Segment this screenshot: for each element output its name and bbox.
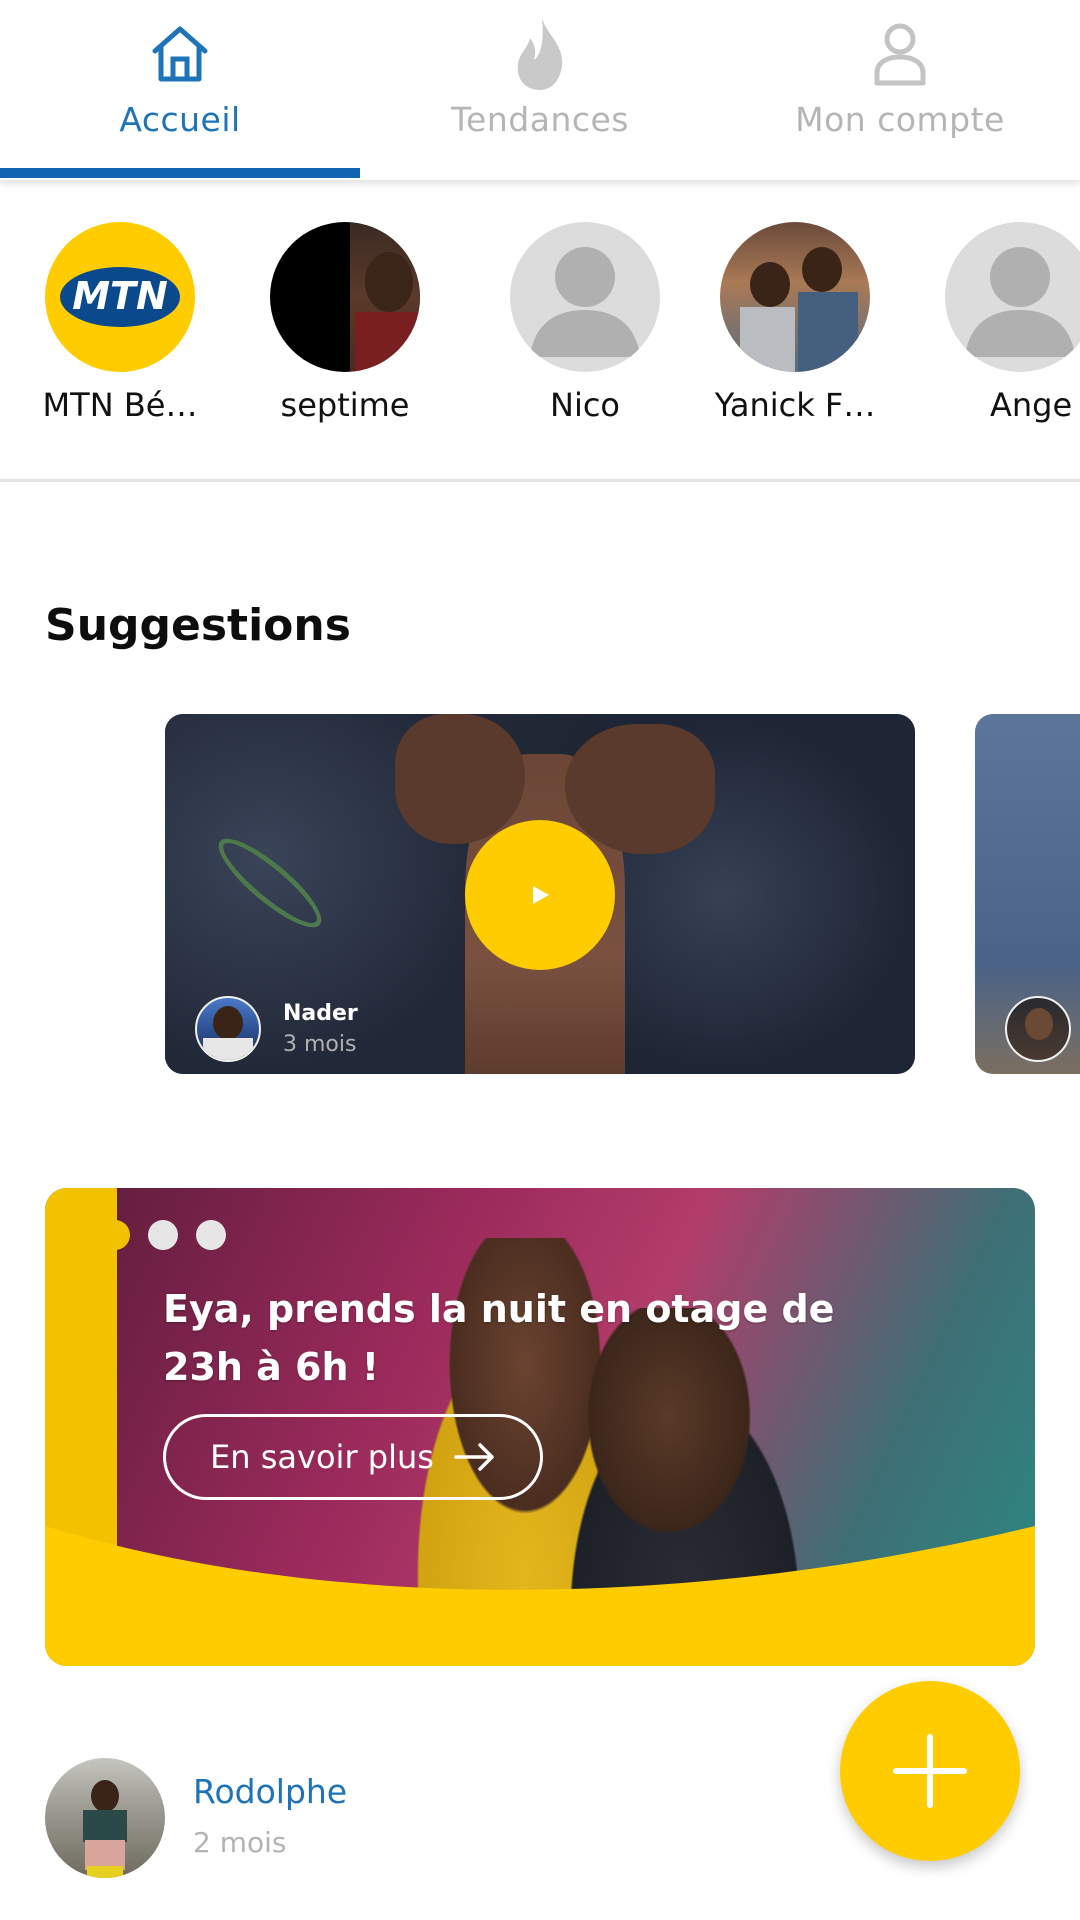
story-item[interactable]: Ange	[920, 222, 1080, 424]
story-label: septime	[280, 386, 410, 424]
tab-mon-compte[interactable]: Mon compte	[720, 0, 1080, 180]
post-time: 2 mois	[193, 1826, 287, 1859]
story-label: MTN Bé…	[42, 386, 198, 424]
video-author-name: Nader	[283, 1001, 358, 1026]
author-avatar[interactable]	[1005, 996, 1071, 1062]
tab-accueil[interactable]: Accueil	[0, 0, 360, 180]
video-author-meta: Nader 3 mois	[195, 996, 358, 1062]
default-avatar-icon	[510, 222, 660, 372]
carousel-dot[interactable]	[148, 1220, 178, 1250]
default-avatar-icon	[945, 222, 1080, 372]
carousel-dot[interactable]	[196, 1220, 226, 1250]
story-avatar	[720, 222, 870, 372]
tab-label: Mon compte	[795, 100, 1005, 139]
story-item[interactable]: septime	[245, 222, 445, 424]
play-icon	[533, 886, 549, 904]
divider	[0, 479, 1080, 482]
suggestions-title: Suggestions	[45, 600, 351, 651]
story-label: Yanick F…	[714, 386, 876, 424]
tab-tendances[interactable]: Tendances	[360, 0, 720, 180]
banner-headline-line: 23h à 6h !	[163, 1345, 380, 1389]
author-avatar[interactable]	[195, 996, 261, 1062]
tab-label: Tendances	[451, 100, 629, 139]
story-item[interactable]: MTN MTN Bé…	[20, 222, 220, 424]
post-author-avatar[interactable]	[45, 1758, 165, 1878]
post-author-name[interactable]: Rodolphe	[193, 1772, 347, 1811]
story-label: Nico	[550, 386, 620, 424]
story-item[interactable]: Nico	[485, 222, 685, 424]
banner-headline: Eya, prends la nuit en otage de 23h à 6h…	[163, 1280, 863, 1396]
stories-row[interactable]: MTN MTN Bé… septime Nico Yanick F… Ange	[0, 222, 1080, 432]
flame-icon	[512, 18, 568, 90]
carousel-dot-active[interactable]	[100, 1220, 130, 1250]
story-item[interactable]: Yanick F…	[695, 222, 895, 424]
video-time: 3 mois	[283, 1032, 357, 1057]
mtn-logo: MTN	[45, 222, 195, 372]
plus-icon	[893, 1734, 967, 1808]
add-post-button[interactable]	[840, 1681, 1020, 1861]
carousel-dots	[100, 1220, 226, 1250]
tab-label: Accueil	[119, 100, 241, 139]
story-avatar	[270, 222, 420, 372]
top-tab-bar: Accueil Tendances Mon compte	[0, 0, 1080, 180]
banner-headline-line: Eya, prends la nuit en otage de	[163, 1287, 835, 1331]
mtn-logo-text: MTN	[72, 274, 168, 318]
learn-more-label: En savoir plus	[210, 1438, 434, 1476]
learn-more-button[interactable]: En savoir plus	[163, 1414, 543, 1500]
arrow-right-icon	[454, 1443, 494, 1471]
play-button[interactable]	[465, 820, 615, 970]
video-card[interactable]	[975, 714, 1080, 1074]
active-tab-indicator	[0, 168, 360, 178]
user-icon	[872, 18, 928, 90]
story-label: Ange	[990, 386, 1073, 424]
banner-wave	[45, 1526, 1035, 1666]
home-icon	[149, 18, 211, 90]
